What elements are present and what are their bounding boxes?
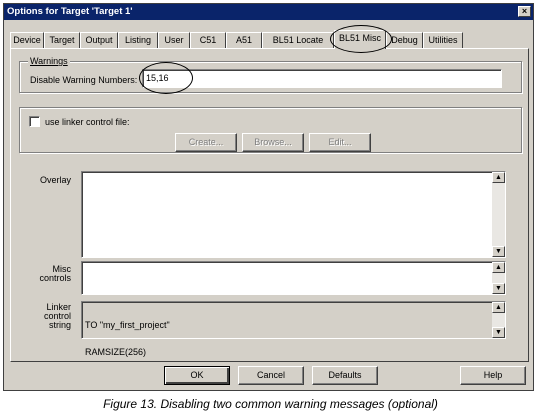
misc-controls-label: Misc controls bbox=[21, 265, 71, 283]
linker-scrollbar[interactable]: ▲ ▼ bbox=[492, 302, 505, 338]
tab-user[interactable]: User bbox=[158, 32, 190, 48]
disable-warning-input[interactable]: 15,16 bbox=[142, 69, 502, 88]
close-button[interactable]: × bbox=[518, 6, 531, 17]
close-icon: × bbox=[521, 6, 528, 16]
tab-a51[interactable]: A51 bbox=[226, 32, 262, 48]
linker-control-string-box: TO "my_first_project" RAMSIZE(256) bbox=[81, 301, 506, 357]
overlay-label: Overlay bbox=[39, 175, 71, 185]
browse-button[interactable]: Browse... bbox=[242, 133, 304, 152]
figure-caption: Figure 13. Disabling two common warning … bbox=[103, 397, 438, 411]
options-dialog: Options for Target 'Target 1' × Device T… bbox=[3, 3, 534, 391]
tab-bl51-locate[interactable]: BL51 Locate bbox=[262, 32, 334, 48]
misc-scrollbar[interactable]: ▲ ▼ bbox=[492, 262, 505, 294]
scroll-down-icon[interactable]: ▼ bbox=[492, 327, 505, 338]
linker-string-line1: TO "my_first_project" bbox=[85, 320, 170, 330]
tab-c51[interactable]: C51 bbox=[190, 32, 226, 48]
linker-label-line3: string bbox=[48, 320, 71, 330]
help-button[interactable]: Help bbox=[460, 366, 526, 385]
create-button[interactable]: Create... bbox=[175, 133, 237, 152]
tab-target[interactable]: Target bbox=[44, 32, 80, 48]
use-linker-file-label: use linker control file: bbox=[45, 117, 130, 127]
scroll-down-icon[interactable]: ▼ bbox=[492, 246, 505, 257]
linker-string-line2: RAMSIZE(256) bbox=[85, 347, 147, 357]
scroll-up-icon[interactable]: ▲ bbox=[492, 262, 505, 273]
overlay-scrollbar[interactable]: ▲ ▼ bbox=[492, 172, 505, 257]
warnings-group-label: Warnings bbox=[28, 56, 70, 66]
window-title: Options for Target 'Target 1' bbox=[7, 6, 133, 17]
title-bar: Options for Target 'Target 1' × bbox=[4, 4, 533, 20]
bl51-misc-panel: Warnings Disable Warning Numbers: 15,16 … bbox=[10, 48, 529, 362]
defaults-button[interactable]: Defaults bbox=[312, 366, 378, 385]
tab-output[interactable]: Output bbox=[80, 32, 118, 48]
tab-debug[interactable]: Debug bbox=[386, 32, 423, 48]
tab-utilities[interactable]: Utilities bbox=[423, 32, 463, 48]
ok-button[interactable]: OK bbox=[164, 366, 230, 385]
edit-button[interactable]: Edit... bbox=[309, 133, 371, 152]
tab-bl51-misc[interactable]: BL51 Misc bbox=[334, 30, 386, 49]
misc-label-line2: controls bbox=[39, 273, 71, 283]
tab-device[interactable]: Device bbox=[10, 32, 44, 48]
misc-controls-textarea[interactable] bbox=[81, 261, 506, 295]
scroll-up-icon[interactable]: ▲ bbox=[492, 172, 505, 183]
cancel-button[interactable]: Cancel bbox=[238, 366, 304, 385]
use-linker-file-checkbox[interactable] bbox=[29, 116, 40, 127]
overlay-textarea[interactable] bbox=[81, 171, 506, 258]
scroll-down-icon[interactable]: ▼ bbox=[492, 283, 505, 294]
tab-listing[interactable]: Listing bbox=[118, 32, 158, 48]
scroll-up-icon[interactable]: ▲ bbox=[492, 302, 505, 313]
linker-control-string-label: Linker control string bbox=[21, 303, 71, 330]
disable-warning-label: Disable Warning Numbers: bbox=[30, 75, 138, 85]
